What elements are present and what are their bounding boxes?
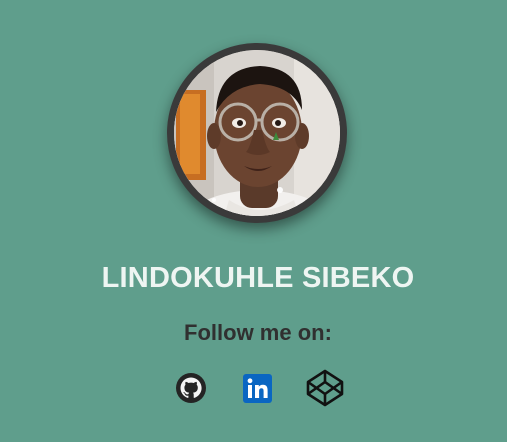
github-icon xyxy=(176,373,206,403)
linkedin-link[interactable] xyxy=(243,374,272,403)
codepen-icon xyxy=(306,369,344,407)
profile-photo xyxy=(174,50,340,216)
github-link[interactable] xyxy=(175,371,207,405)
linkedin-icon xyxy=(243,374,272,403)
profile-name: LINDOKUHLE SIBEKO xyxy=(101,262,415,294)
follow-label: Follow me on: xyxy=(184,320,332,345)
profile-card: LINDOKUHLE SIBEKO Follow me on: xyxy=(0,0,507,442)
avatar-frame xyxy=(167,43,347,223)
avatar xyxy=(174,50,340,216)
codepen-link[interactable] xyxy=(305,369,345,407)
